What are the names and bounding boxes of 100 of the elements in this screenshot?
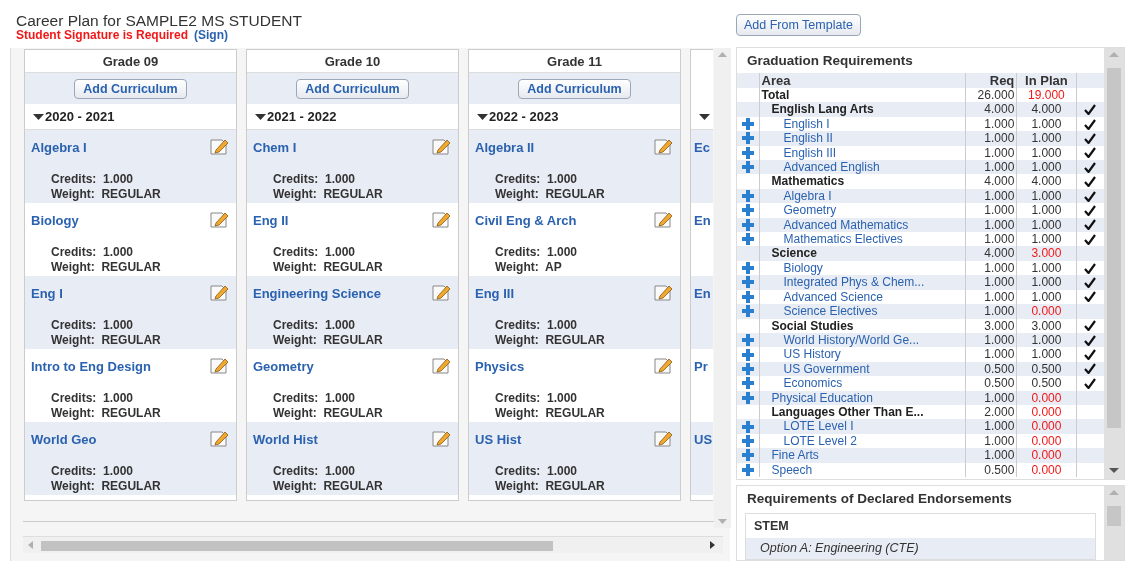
vertical-scrollbar[interactable] (1104, 48, 1124, 479)
add-icon[interactable] (742, 161, 754, 174)
course-link[interactable]: Eng II (253, 213, 289, 229)
requirement-link[interactable]: English I (783, 116, 830, 131)
sign-link[interactable]: (Sign) (194, 28, 229, 42)
column-header: Area (759, 73, 965, 88)
scrollbar-thumb[interactable] (1107, 506, 1121, 526)
course-link[interactable]: Civil Eng & Arch (475, 213, 577, 229)
add-curriculum-button[interactable]: Add Curriculum (518, 78, 631, 99)
add-icon[interactable] (742, 204, 754, 217)
required-credits: 1.000 (965, 304, 1017, 319)
course-link[interactable]: World Geo (31, 432, 97, 448)
requirement-link[interactable]: LOTE Level 2 (783, 433, 857, 448)
course-credits: Credits: 1.000 (51, 391, 135, 406)
required-credits: 1.000 (965, 217, 1017, 233)
planned-credits: 1.000 (1031, 347, 1062, 362)
collapse-caret-icon[interactable] (699, 112, 711, 121)
add-icon[interactable] (742, 146, 754, 159)
add-icon[interactable] (742, 233, 754, 246)
required-credits: 1.000 (965, 419, 1017, 434)
course-link[interactable]: En (694, 213, 711, 229)
required-credits: 0.500 (965, 376, 1017, 391)
course-link[interactable]: Intro to Eng Design (31, 359, 151, 375)
course-link[interactable]: Physics (475, 359, 525, 375)
course-link[interactable]: Eng III (475, 286, 514, 302)
add-icon[interactable] (742, 377, 754, 390)
edit-icon[interactable] (430, 282, 452, 302)
add-icon[interactable] (742, 290, 754, 303)
requirement-link[interactable]: US History (783, 347, 841, 362)
grade-heading: Grade 11 (547, 54, 602, 69)
add-curriculum-button[interactable]: Add Curriculum (74, 78, 187, 99)
edit-icon[interactable] (208, 282, 230, 302)
scrollbar-thumb[interactable] (1107, 68, 1121, 428)
course-link[interactable]: Pr (694, 359, 708, 375)
edit-icon[interactable] (430, 136, 452, 156)
add-icon[interactable] (742, 348, 754, 361)
edit-icon[interactable] (652, 282, 674, 302)
planned-credits: 3.000 (1031, 246, 1062, 261)
edit-icon[interactable] (652, 209, 674, 229)
add-icon[interactable] (742, 334, 754, 347)
add-icon[interactable] (742, 362, 754, 375)
edit-icon[interactable] (208, 428, 230, 448)
course-link[interactable]: World Hist (253, 432, 318, 448)
edit-icon[interactable] (652, 136, 674, 156)
add-icon[interactable] (742, 118, 754, 130)
add-icon[interactable] (742, 132, 754, 145)
course-link[interactable]: Engineering Science (253, 286, 381, 302)
requirement-link[interactable]: Geometry (783, 203, 837, 218)
collapse-caret-icon[interactable] (255, 112, 267, 121)
add-icon[interactable] (742, 463, 754, 476)
add-from-template-button[interactable]: Add From Template (736, 14, 861, 36)
collapse-caret-icon[interactable] (477, 112, 489, 121)
course-link[interactable]: Chem I (253, 140, 297, 156)
course-link[interactable]: Algebra II (475, 140, 535, 156)
edit-icon[interactable] (430, 209, 452, 229)
requirement-group: English Lang Arts (771, 102, 874, 117)
vertical-scrollbar[interactable] (1104, 486, 1124, 560)
add-icon[interactable] (742, 391, 754, 404)
add-icon[interactable] (742, 305, 754, 318)
edit-icon[interactable] (430, 428, 452, 448)
course-link[interactable]: Algebra I (31, 140, 87, 156)
edit-icon[interactable] (208, 136, 230, 156)
course-link[interactable]: Ec (694, 140, 710, 156)
edit-icon[interactable] (208, 209, 230, 229)
add-icon[interactable] (742, 262, 754, 275)
required-credits: 4.000 (965, 102, 1017, 117)
edit-icon[interactable] (652, 428, 674, 448)
course-credits: Credits: 1.000 (495, 464, 579, 479)
horizontal-scrollbar[interactable] (23, 536, 723, 553)
requirement-link[interactable]: Economics (783, 376, 843, 391)
course-weight: Weight: REGULAR (273, 333, 384, 348)
add-icon[interactable] (742, 190, 754, 203)
add-icon[interactable] (742, 218, 754, 231)
course-link[interactable]: Biology (31, 213, 79, 229)
course-link[interactable]: Geometry (253, 359, 314, 375)
requirement-link[interactable]: Speech (771, 462, 813, 477)
edit-icon[interactable] (430, 355, 452, 375)
course-credits: Credits: 1.000 (273, 245, 357, 260)
course-weight: Weight: REGULAR (495, 406, 606, 421)
edit-icon[interactable] (652, 355, 674, 375)
requirement-link[interactable]: Biology (783, 260, 823, 275)
course-link[interactable]: US Hist (475, 432, 522, 448)
add-curriculum-button[interactable]: Add Curriculum (296, 78, 409, 99)
collapse-caret-icon[interactable] (33, 112, 45, 121)
add-icon[interactable] (742, 276, 754, 289)
course-link[interactable]: Eng I (31, 286, 63, 302)
requirement-link[interactable]: Advanced Science (783, 289, 883, 304)
edit-icon[interactable] (208, 355, 230, 375)
course-credits: Credits: 1.000 (51, 245, 135, 260)
scrollbar-thumb[interactable] (41, 541, 553, 551)
add-icon[interactable] (742, 434, 754, 447)
planned-credits: 1.000 (1031, 116, 1062, 131)
required-credits: 1.000 (965, 275, 1017, 290)
course-link[interactable]: En (694, 286, 711, 302)
add-icon[interactable] (742, 449, 754, 462)
requirement-link[interactable]: English III (783, 145, 837, 160)
course-link[interactable]: US (694, 432, 713, 448)
requirement-link[interactable]: Mathematics Electives (783, 232, 903, 247)
required-credits: 4.000 (965, 174, 1017, 189)
add-icon[interactable] (742, 420, 754, 433)
